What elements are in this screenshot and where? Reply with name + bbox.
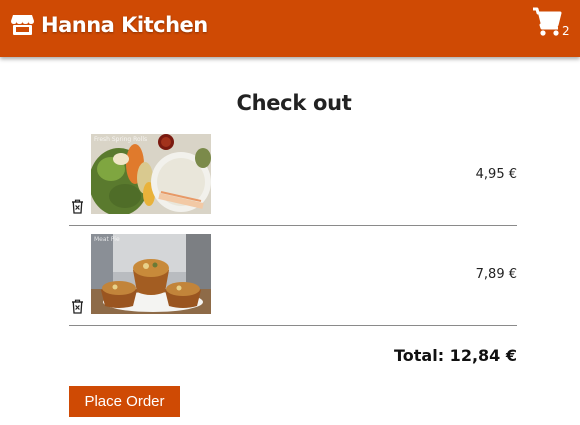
cart-count-badge: 2	[562, 24, 570, 38]
page-title: Check out	[236, 91, 352, 115]
item-price: 4,95 €	[475, 167, 517, 182]
place-order-button[interactable]: Place Order	[69, 386, 180, 417]
cart-item: Fresh Spring Rolls 4,95 €	[69, 126, 517, 226]
storefront-icon	[10, 13, 35, 37]
spring-rolls-photo: Fresh Spring Rolls	[91, 134, 211, 214]
app-bar: Hanna Kitchen 2	[0, 0, 580, 57]
image-caption: Meat Pie	[94, 236, 120, 243]
item-price: 7,89 €	[475, 267, 517, 282]
app-title: Hanna Kitchen	[41, 13, 208, 37]
image-caption: Fresh Spring Rolls	[94, 136, 148, 143]
meat-pies-photo: Meat Pie	[91, 234, 211, 314]
remove-item-button[interactable]	[71, 299, 84, 314]
order-total: Total: 12,84 €	[394, 346, 517, 365]
item-divider	[69, 325, 517, 326]
remove-item-button[interactable]	[71, 199, 84, 214]
trash-icon	[72, 199, 83, 214]
cart-button[interactable]: 2	[532, 6, 574, 40]
cart-item: Meat Pie 7,89 €	[69, 226, 517, 326]
brand-home-link[interactable]: Hanna Kitchen	[10, 10, 208, 40]
trash-icon	[72, 299, 83, 314]
